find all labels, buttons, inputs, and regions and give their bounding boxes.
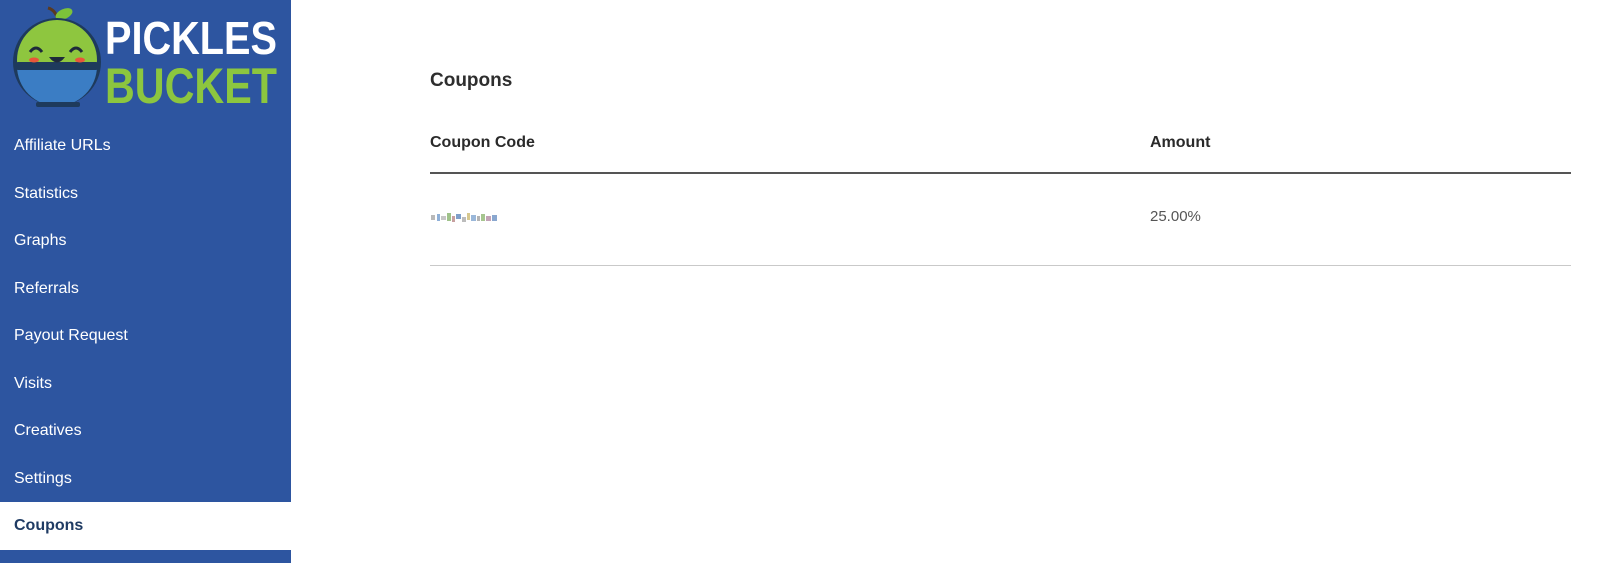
sidebar-item-payout-request[interactable]: Payout Request — [0, 312, 291, 360]
sidebar-item-creatives[interactable]: Creatives — [0, 407, 291, 455]
column-header-amount: Amount — [1150, 134, 1211, 151]
table-row: 25.00% — [430, 174, 1571, 266]
sidebar-item-coupons[interactable]: Coupons — [0, 502, 291, 550]
sidebar-nav: Affiliate URLs Statistics Graphs Referra… — [0, 122, 291, 550]
coupon-code-obscured — [430, 210, 500, 231]
logo-line2: BUCKET — [105, 58, 277, 114]
sidebar-item-visits[interactable]: Visits — [0, 360, 291, 408]
sidebar-item-affiliate-urls[interactable]: Affiliate URLs — [0, 122, 291, 170]
obscured-code-image — [431, 213, 497, 222]
coupons-table: Coupon Code Amount 25.00% — [430, 124, 1571, 266]
logo-graphic: PICKLES BUCKET — [13, 6, 277, 114]
sidebar-item-settings[interactable]: Settings — [0, 455, 291, 503]
logo-line1: PICKLES — [105, 12, 277, 64]
pickles-bucket-logo[interactable]: PICKLES BUCKET — [0, 0, 291, 118]
column-header-coupon-code: Coupon Code — [430, 134, 535, 151]
sidebar-item-referrals[interactable]: Referrals — [0, 265, 291, 313]
coupon-amount: 25.00% — [1150, 208, 1201, 225]
page-title: Coupons — [430, 70, 513, 91]
sidebar-item-graphs[interactable]: Graphs — [0, 217, 291, 265]
sidebar: PICKLES BUCKET Affiliate URLs Statistics… — [0, 0, 291, 563]
sidebar-item-statistics[interactable]: Statistics — [0, 170, 291, 218]
table-header: Coupon Code Amount — [430, 124, 1571, 174]
